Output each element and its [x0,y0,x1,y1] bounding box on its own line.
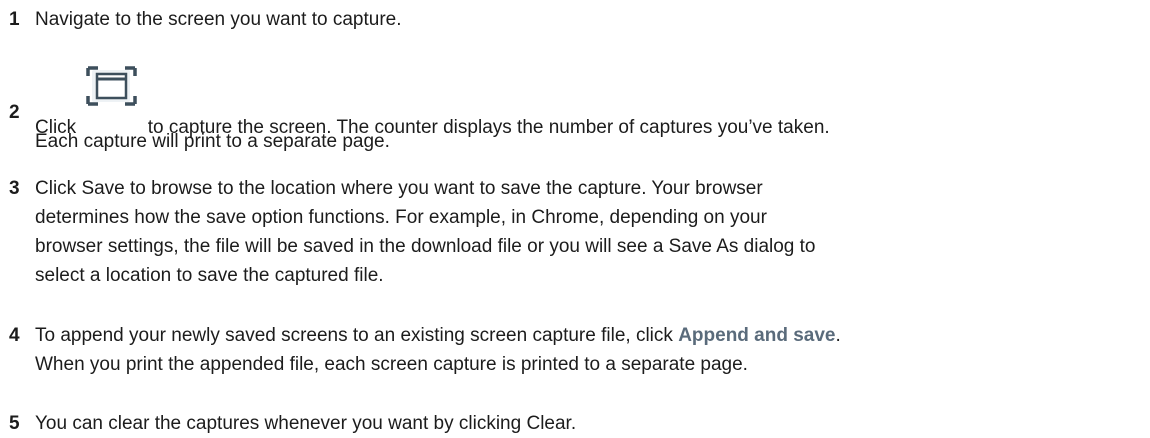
step-4-period: . [835,325,841,346]
step-4-text-before: To append your newly saved screens to an… [35,325,673,346]
append-and-save-link[interactable]: Append and save [678,325,835,346]
step-3-line: determines how the save option functions… [35,207,767,228]
step-4-line-1: To append your newly saved screens to an… [35,321,841,350]
step-text: Click to capture the screen. The counter… [35,64,1148,152]
step-3-line: browser settings, the file will be saved… [35,236,816,257]
step-number: 2 [9,102,20,123]
step-text: Navigate to the screen you want to captu… [35,5,1148,34]
step-text: You can clear the captures whenever you … [35,409,1148,438]
screen-capture-icon[interactable] [84,64,139,108]
step-3-line: Click Save to browse to the location whe… [35,178,763,199]
step-number: 5 [9,413,20,434]
step-4-line-2: When you print the appended file, each s… [35,354,748,375]
instruction-steps: 1 Navigate to the screen you want to cap… [0,0,1150,435]
step-number: 1 [9,9,20,30]
step-number: 3 [9,178,20,199]
step-1-text: Navigate to the screen you want to captu… [35,9,402,30]
step-number: 4 [9,325,20,346]
step-3-line: select a location to save the captured f… [35,265,384,286]
step-2-line-1: Click to capture the screen. The counter… [35,64,1148,138]
step-5-text: You can clear the captures whenever you … [35,413,577,434]
step-2-line-2: Each capture will print to a separate pa… [35,131,390,152]
